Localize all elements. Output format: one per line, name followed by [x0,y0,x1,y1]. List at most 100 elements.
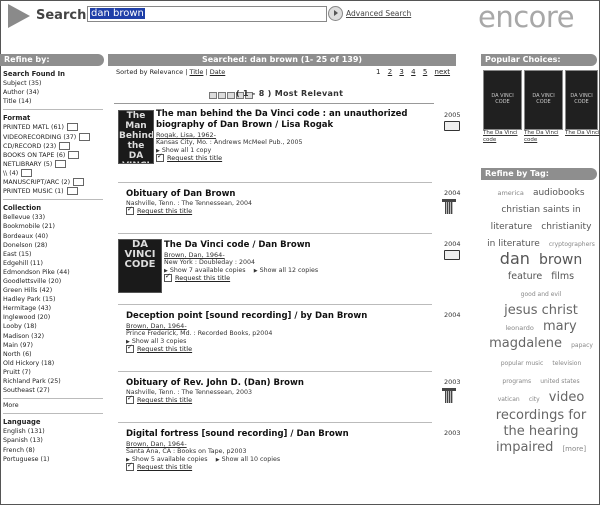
request-checkbox[interactable] [164,272,172,282]
tag-link[interactable]: television [552,360,581,367]
tag-link[interactable]: brown [539,252,582,268]
request-title-link[interactable]: Request this title [137,463,192,471]
tag-link[interactable]: films [551,271,574,282]
tag-link[interactable]: united states [540,378,579,385]
sidebar-item[interactable]: Spanish (13) [3,436,103,445]
tag-link[interactable]: magdalene [489,336,562,351]
request-title-link[interactable]: Request this title [175,274,230,282]
show-all-copies-link[interactable]: Show all 12 copies [254,267,318,274]
sidebar-item[interactable]: Main (97) [3,341,103,350]
tag-link[interactable]: [more] [562,445,586,453]
tag-link[interactable]: papacy [571,342,593,349]
sidebar-item[interactable]: Donelson (28) [3,241,103,250]
sidebar-item[interactable]: PRINTED MATL (61) [3,123,103,132]
sidebar-item[interactable]: English (131) [3,427,103,436]
sidebar-item[interactable]: Subject (35) [3,79,103,88]
sidebar-item[interactable]: Edmondson Pike (44) [3,268,103,277]
sidebar-item[interactable]: Richland Park (25) [3,377,103,386]
sidebar-item[interactable]: East (15) [3,250,103,259]
search-go-icon[interactable] [328,6,343,21]
tag-link[interactable]: christianity [541,222,591,232]
record-title-link[interactable]: The Da Vinci code / Dan Brown [164,240,464,251]
tag-link[interactable]: video [549,390,585,405]
sort-relevance[interactable]: Relevance [150,68,184,76]
record-title-link[interactable]: The man behind the Da Vinci code : an un… [156,109,456,131]
popular-caption-link[interactable]: The Da Vinci code [524,130,564,144]
sort-title[interactable]: Title [189,68,203,76]
request-checkbox[interactable] [126,461,134,471]
sidebar-item[interactable]: Old Hickory (18) [3,359,103,368]
tag-link[interactable]: the hearing [503,424,578,439]
record-title-link[interactable]: Obituary of Dan Brown [126,189,426,200]
show-copies-link[interactable]: Show all 3 copies [126,338,186,345]
sidebar-item[interactable]: Title (14) [3,97,103,106]
request-checkbox[interactable] [126,343,134,353]
sidebar-item[interactable]: Bellevue (33) [3,213,103,222]
record-author-link[interactable]: Brown, Dan, 1964- [126,440,426,448]
sidebar-item[interactable]: Edgehill (11) [3,259,103,268]
show-copies-link[interactable]: Show 7 available copies [164,267,246,274]
page-next[interactable]: next [435,68,451,76]
request-title-link[interactable]: Request this title [137,396,192,404]
sidebar-item[interactable]: Goodlettsville (20) [3,277,103,286]
popular-caption-link[interactable]: The Da Vinci code [483,130,523,144]
tag-link[interactable]: popular music [501,360,544,367]
request-title-link[interactable]: Request this title [137,207,192,215]
advanced-search-link[interactable]: Advanced Search [346,9,411,18]
tag-link[interactable]: good and evil [521,291,562,298]
show-copies-link[interactable]: Show all 1 copy [156,147,211,154]
tag-link[interactable]: recordings for [496,408,586,423]
tag-link[interactable]: dan [500,249,530,268]
tag-link[interactable]: in literature [487,239,540,249]
page-5[interactable]: 5 [423,68,427,76]
tag-link[interactable]: city [529,396,540,403]
record-author-link[interactable]: Brown, Dan, 1964- [126,322,426,330]
tag-link[interactable]: cryptographers [549,241,595,248]
request-checkbox[interactable] [156,152,164,162]
cover-image[interactable]: The Man Behind the DA VINCI CODE [118,110,154,164]
tag-link[interactable]: impaired [496,440,553,455]
search-input[interactable]: dan brown [87,6,327,22]
sidebar-item[interactable]: BOOKS ON TAPE (6) [3,150,103,160]
sidebar-item[interactable]: Hermitage (43) [3,304,103,313]
record-author-link[interactable]: Brown, Dan, 1964- [164,251,464,259]
sidebar-item[interactable]: PRINTED MUSIC (1) [3,187,103,196]
page-1[interactable]: 1 [376,68,380,76]
cover-image[interactable]: DA VINCI CODE [118,239,162,293]
tag-link[interactable]: christian saints in [501,205,580,215]
tag-link[interactable]: jesus christ [504,303,578,318]
request-checkbox[interactable] [126,394,134,404]
sidebar-item[interactable]: Madison (32) [3,332,103,341]
tag-link[interactable]: programs [502,378,531,385]
request-title-link[interactable]: Request this title [167,154,222,162]
sidebar-item[interactable]: VIDEORECORDING (37) [3,132,103,142]
sidebar-item[interactable]: Author (34) [3,88,103,97]
sidebar-item[interactable]: Green Hills (42) [3,286,103,295]
popular-cover[interactable]: DA VINCI CODE [483,70,522,130]
tag-link[interactable]: leonardo [505,324,534,332]
show-all-copies-link[interactable]: Show all 10 copies [216,456,280,463]
sidebar-item[interactable]: Looby (18) [3,322,103,331]
popular-cover[interactable]: DA VINCI CODE [565,70,598,130]
record-title-link[interactable]: Obituary of Rev. John D. (Dan) Brown [126,378,426,389]
record-title-link[interactable]: Deception point [sound recording] / by D… [126,311,426,322]
page-4[interactable]: 4 [411,68,415,76]
sidebar-item[interactable]: North (6) [3,350,103,359]
tag-link[interactable]: vatican [498,396,520,403]
show-copies-link[interactable]: Show 5 available copies [126,456,208,463]
popular-caption-link[interactable]: The Da Vinci [565,130,600,137]
sidebar-item[interactable]: More [3,401,103,410]
sidebar-item[interactable]: French (8) [3,446,103,455]
sidebar-item[interactable]: NETLIBRARY (5) [3,159,103,169]
sort-date[interactable]: Date [210,68,226,76]
sidebar-item[interactable]: Bookmobile (21) [3,222,103,231]
sidebar-item[interactable]: MANUSCRIPT/ARC (2) [3,178,103,187]
page-2[interactable]: 2 [388,68,392,76]
sidebar-item[interactable]: Bordeaux (40) [3,232,103,241]
tag-link[interactable]: feature [508,271,542,282]
request-checkbox[interactable] [126,205,134,215]
popular-cover[interactable]: DA VINCI CODE [524,70,563,130]
record-author-link[interactable]: Rogak, Lisa, 1962- [156,131,456,139]
tag-link[interactable]: america [497,189,523,197]
request-title-link[interactable]: Request this title [137,345,192,353]
